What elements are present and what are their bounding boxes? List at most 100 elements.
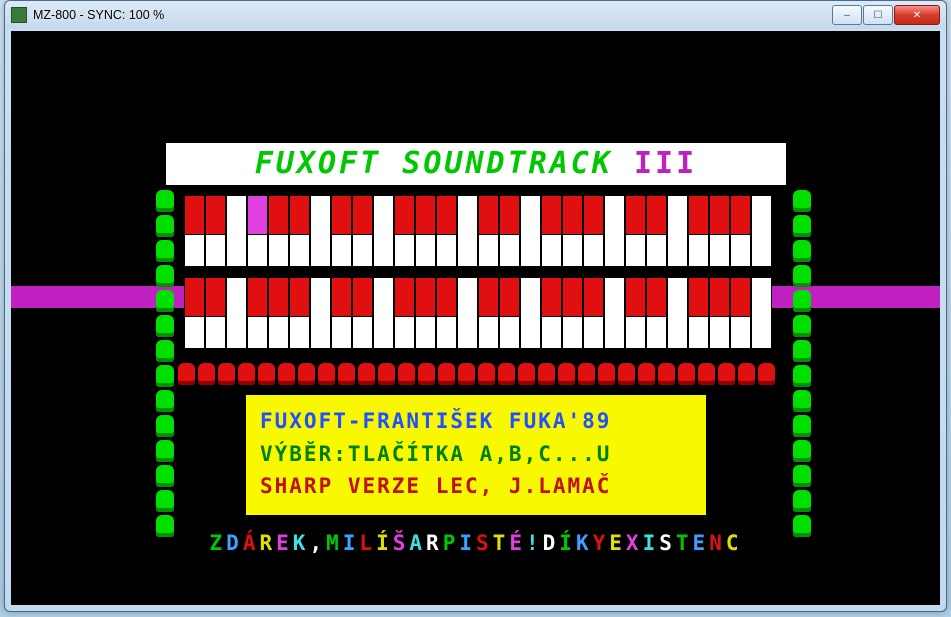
black-key[interactable] <box>688 195 709 235</box>
scroller-char: Á <box>243 531 260 555</box>
black-key[interactable] <box>205 195 226 235</box>
scroller-char: T <box>676 531 693 555</box>
scroller-char: R <box>426 531 443 555</box>
scroller-char: Z <box>210 531 227 555</box>
black-key[interactable] <box>688 277 709 317</box>
app-window: MZ-800 - SYNC: 100 % – ☐ ✕ FUXOFT SOUNDT… <box>4 0 947 612</box>
scroller-char: Í <box>559 531 576 555</box>
red-pill <box>458 363 475 385</box>
black-key[interactable] <box>541 277 562 317</box>
green-tube <box>793 215 811 237</box>
black-key[interactable] <box>730 277 751 317</box>
black-key[interactable] <box>646 277 667 317</box>
black-key[interactable] <box>352 277 373 317</box>
black-key[interactable] <box>625 277 646 317</box>
black-key[interactable] <box>646 195 667 235</box>
black-key[interactable] <box>289 277 310 317</box>
maximize-button[interactable]: ☐ <box>863 5 893 25</box>
black-key[interactable] <box>478 277 499 317</box>
green-tube <box>793 390 811 412</box>
black-key[interactable] <box>499 195 520 235</box>
black-key[interactable] <box>247 195 268 235</box>
scroller-char: , <box>309 531 326 555</box>
scroller-text: ZDÁREK, MILÍ ŠARPISTÉ! DÍKY EXISTENC <box>166 531 786 555</box>
black-key[interactable] <box>394 277 415 317</box>
red-pill <box>558 363 575 385</box>
red-pill <box>478 363 495 385</box>
red-pill <box>298 363 315 385</box>
black-key[interactable] <box>352 195 373 235</box>
black-key[interactable] <box>331 277 352 317</box>
red-pill <box>598 363 615 385</box>
red-pill <box>738 363 755 385</box>
black-key[interactable] <box>415 195 436 235</box>
black-key[interactable] <box>205 277 226 317</box>
main-panel: FUXOFT SOUNDTRACK III FUXOFT-FRANTIŠEK F… <box>166 143 786 555</box>
title-text: FUXOFT SOUNDTRACK <box>255 146 613 181</box>
red-pill <box>678 363 695 385</box>
black-key[interactable] <box>415 277 436 317</box>
black-key-gap <box>457 195 478 235</box>
info-line-1: FUXOFT-FRANTIŠEK FUKA'89 <box>260 405 692 438</box>
scroller-char: D <box>543 531 560 555</box>
green-tube <box>793 365 811 387</box>
black-key[interactable] <box>709 277 730 317</box>
scroller-char: ! <box>526 531 543 555</box>
green-tube <box>793 240 811 262</box>
scroller-char: E <box>693 531 710 555</box>
black-key-gap <box>520 195 541 235</box>
black-key[interactable] <box>583 195 604 235</box>
black-key[interactable] <box>625 195 646 235</box>
black-key[interactable] <box>247 277 268 317</box>
black-key[interactable] <box>562 195 583 235</box>
black-key[interactable] <box>268 277 289 317</box>
red-pill <box>698 363 715 385</box>
minimize-button[interactable]: – <box>832 5 862 25</box>
black-key[interactable] <box>184 195 205 235</box>
black-key-gap <box>520 277 541 317</box>
black-key[interactable] <box>730 195 751 235</box>
black-key[interactable] <box>583 277 604 317</box>
red-pill <box>438 363 455 385</box>
black-key[interactable] <box>709 195 730 235</box>
black-key[interactable] <box>184 277 205 317</box>
black-key[interactable] <box>394 195 415 235</box>
red-pill <box>518 363 535 385</box>
black-key-gap <box>457 277 478 317</box>
black-key[interactable] <box>478 195 499 235</box>
green-tube <box>793 265 811 287</box>
black-key[interactable] <box>541 195 562 235</box>
black-key[interactable] <box>268 195 289 235</box>
green-tube <box>793 190 811 212</box>
black-key[interactable] <box>499 277 520 317</box>
titlebar[interactable]: MZ-800 - SYNC: 100 % – ☐ ✕ <box>5 1 946 29</box>
red-pill <box>418 363 435 385</box>
black-key-gap <box>226 277 247 317</box>
black-key[interactable] <box>436 277 457 317</box>
scroller-char: P <box>443 531 460 555</box>
red-pill <box>538 363 555 385</box>
black-key-gap <box>751 195 772 235</box>
scroller-char: K <box>293 531 310 555</box>
black-key[interactable] <box>331 195 352 235</box>
red-pill <box>638 363 655 385</box>
red-pill <box>578 363 595 385</box>
close-button[interactable]: ✕ <box>894 5 940 25</box>
scroller-char: N <box>709 531 726 555</box>
scroller-char: E <box>609 531 626 555</box>
scroller-char: M <box>326 531 343 555</box>
black-key-gap <box>604 195 625 235</box>
black-key[interactable] <box>289 195 310 235</box>
scroller-char: Y <box>593 531 610 555</box>
red-indicator-row <box>168 363 784 385</box>
app-icon <box>11 7 27 23</box>
scroller-char: Í <box>376 531 393 555</box>
red-pill <box>398 363 415 385</box>
scroller-char: A <box>409 531 426 555</box>
scroller-char: R <box>259 531 276 555</box>
black-key[interactable] <box>436 195 457 235</box>
black-key-gap <box>751 277 772 317</box>
black-key[interactable] <box>562 277 583 317</box>
black-key-gap <box>373 195 394 235</box>
red-pill <box>278 363 295 385</box>
